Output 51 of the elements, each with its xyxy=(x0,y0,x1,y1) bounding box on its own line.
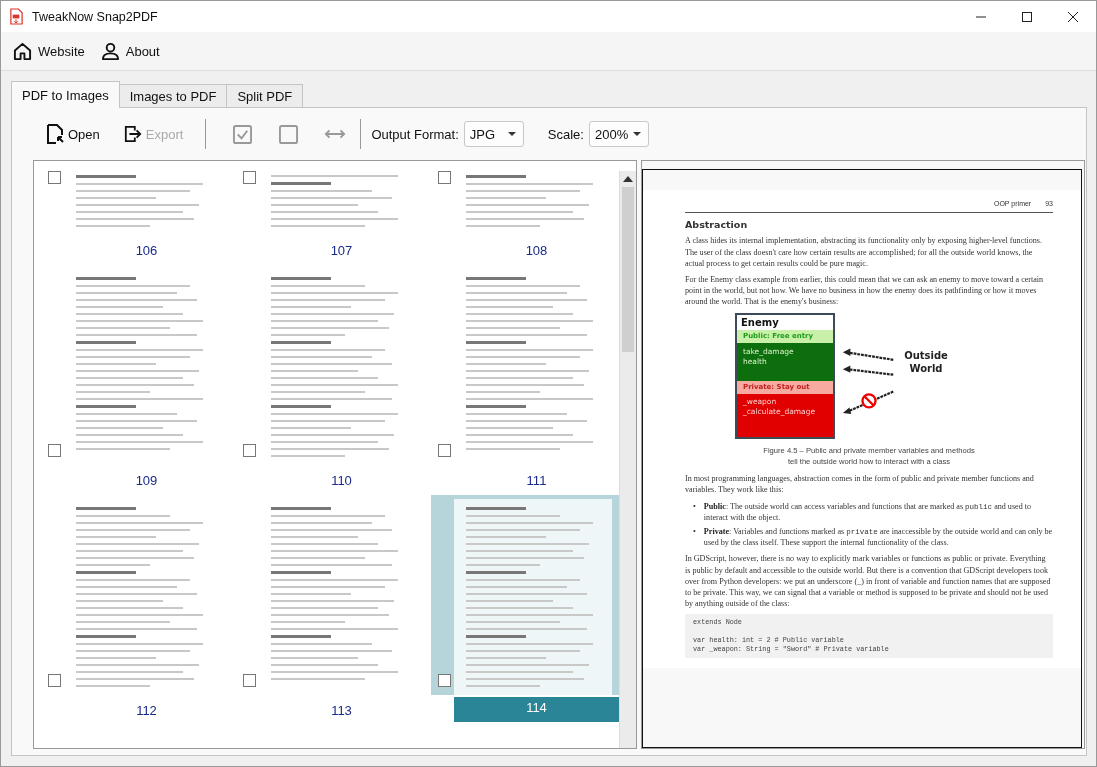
output-format-dropdown[interactable]: JPG xyxy=(463,121,524,147)
pdf-app-icon xyxy=(9,8,24,25)
page-checkbox[interactable] xyxy=(243,674,256,687)
menu-item[interactable]: Website xyxy=(13,41,85,61)
open-file-icon xyxy=(46,124,64,144)
page-number: 109 xyxy=(135,472,158,488)
page-checkbox[interactable] xyxy=(48,171,61,184)
paragraph: A class hides its internal implementation, abstracting its functionality only by exposing higher-level functions. The user of the class doesn't care how certain results are accomplished; for all the outside world knows, the actual process to get certain results could be pure magic. xyxy=(685,235,1044,269)
menu-item[interactable]: About xyxy=(100,41,160,61)
page-checkbox[interactable] xyxy=(48,444,61,457)
tab[interactable]: PDF to Images xyxy=(11,81,120,108)
scroll-up-icon[interactable] xyxy=(623,176,633,182)
page-number: 107 xyxy=(330,242,353,258)
output-format-label: Output Format: xyxy=(371,126,459,142)
tab[interactable]: Images to PDF xyxy=(118,84,228,107)
page-number: 110 xyxy=(331,472,352,488)
vertical-scrollbar[interactable] xyxy=(619,171,636,748)
scrollbar-thumb[interactable] xyxy=(622,187,634,352)
scale-label: Scale: xyxy=(547,126,584,142)
page-number: 113 xyxy=(331,702,352,718)
paragraph: In GDScript, however, there is no way to explicitly mark variables or functions as public or private. Everything is public by default and accessible to the outside world. But there is a convention that GDScript developers took over from Python developers: we put an underscore (_) in front of variable and function names that are supposed to be private. This way, we can signal that a variable or method is supposed to be private and should not be used by anything outside of the class: xyxy=(685,553,1052,610)
page-checkbox[interactable] xyxy=(243,444,256,457)
class-name: Enemy xyxy=(740,315,780,330)
person-icon xyxy=(100,41,120,61)
page-checkbox[interactable] xyxy=(438,171,451,184)
export-icon xyxy=(123,124,142,144)
page-number: 106 xyxy=(135,242,158,258)
home-icon xyxy=(13,41,32,61)
section-heading: Abstraction xyxy=(685,219,749,231)
page-checkbox[interactable] xyxy=(438,444,451,457)
close-icon[interactable] xyxy=(1068,11,1078,22)
caret-icon xyxy=(507,132,516,136)
maximize-icon[interactable] xyxy=(1022,11,1032,22)
bullet-marker: • xyxy=(693,500,696,513)
window-title: TweakNow Snap2PDF xyxy=(32,9,158,24)
page-checkbox[interactable] xyxy=(48,674,61,687)
caret-icon xyxy=(632,132,641,136)
page-thumbnail[interactable] xyxy=(454,499,612,695)
tab[interactable]: Split PDF xyxy=(226,84,304,107)
page-number: 108 xyxy=(525,242,548,258)
page-checkbox[interactable] xyxy=(243,171,256,184)
paragraph: In most programming languages, abstraction comes in the form of public and private member functions and variables. They work like this: xyxy=(685,473,1035,496)
page-number: 112 xyxy=(136,702,157,718)
page-number: 114 xyxy=(526,700,547,715)
bullet-marker: • xyxy=(693,526,696,539)
open-button[interactable]: Open xyxy=(44,122,102,146)
paragraph: For the Enemy class example from earlier, this could mean that we can ask an enemy to move toward a certain point in the world, but not how. We have no business in how the enemy does its pathfinding or how it moves around the world. That is the enemy's business: xyxy=(685,274,1045,308)
page-number: 111 xyxy=(526,472,547,488)
page-checkbox[interactable] xyxy=(438,674,451,687)
scale-dropdown[interactable]: 200% xyxy=(588,121,649,147)
outside-world-label: Outside World xyxy=(903,348,949,375)
